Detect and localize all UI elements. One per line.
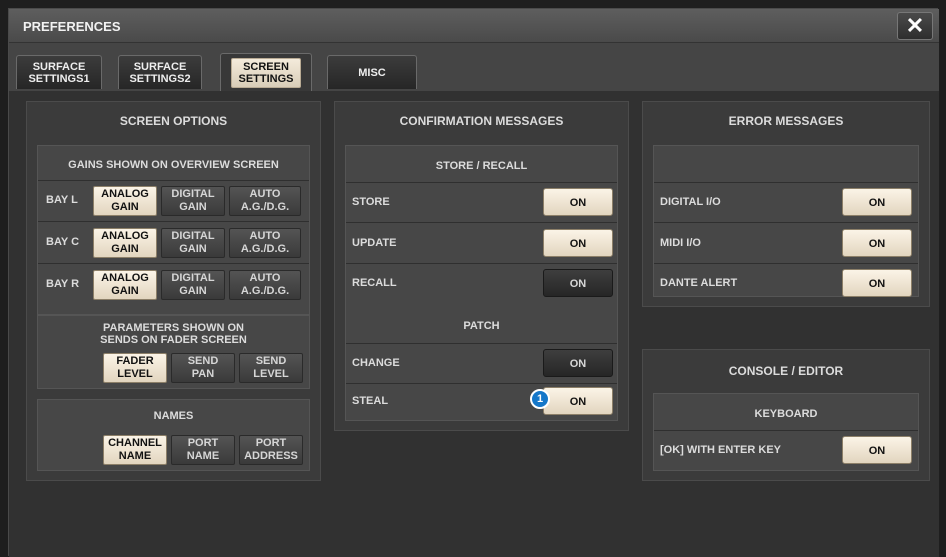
close-button[interactable]: ✕: [897, 12, 933, 40]
bay-r-label: BAY R: [46, 278, 80, 290]
ok-enter-key-on-button[interactable]: ON: [842, 436, 912, 464]
midi-io-on-button[interactable]: ON: [842, 229, 912, 257]
sends-title: PARAMETERS SHOWN ON SENDS ON FADER SCREE…: [100, 322, 247, 346]
recall-on-button[interactable]: ON: [543, 269, 613, 297]
bay-c-auto[interactable]: AUTO A.G./D.G.: [229, 228, 301, 258]
screen-options-title: SCREEN OPTIONS: [119, 114, 228, 128]
change-on-button[interactable]: ON: [543, 349, 613, 377]
bay-c-analog-gain[interactable]: ANALOG GAIN: [93, 228, 157, 258]
change-label: CHANGE: [352, 357, 400, 369]
midi-io-label: MIDI I/O: [660, 237, 701, 249]
bay-c-label: BAY C: [46, 236, 80, 248]
fader-level-option[interactable]: FADER LEVEL: [103, 353, 167, 383]
close-icon: ✕: [905, 13, 925, 38]
port-address-option[interactable]: PORT ADDRESS: [239, 435, 303, 465]
title-bar: PREFERENCES ✕: [9, 9, 939, 43]
keyboard-title: KEYBOARD: [754, 408, 818, 420]
screen-options-panel: SCREEN OPTIONS GAINS SHOWN ON OVERVIEW S…: [26, 101, 321, 481]
gain-row-bay-c: BAY C ANALOG GAIN DIGITAL GAIN AUTO A.G.…: [38, 224, 311, 262]
store-on-button[interactable]: ON: [543, 188, 613, 216]
bay-l-auto[interactable]: AUTO A.G./D.G.: [229, 186, 301, 216]
dante-alert-on-button[interactable]: ON: [842, 269, 912, 297]
callout-badge: 1: [530, 389, 550, 409]
gain-row-bay-r: BAY R ANALOG GAIN DIGITAL GAIN AUTO A.G.…: [38, 266, 311, 304]
tab-surface-settings1[interactable]: SURFACE SETTINGS1: [16, 55, 102, 89]
recall-label: RECALL: [352, 277, 397, 289]
store-recall-title: STORE / RECALL: [435, 160, 528, 172]
tab-misc[interactable]: MISC: [327, 55, 417, 89]
keyboard-group: KEYBOARD [OK] WITH ENTER KEY ON: [653, 393, 919, 471]
bay-r-auto[interactable]: AUTO A.G./D.G.: [229, 270, 301, 300]
midi-io-row: MIDI I/O ON: [654, 224, 920, 262]
sends-group: PARAMETERS SHOWN ON SENDS ON FADER SCREE…: [37, 315, 310, 389]
ok-enter-key-label: [OK] WITH ENTER KEY: [660, 444, 781, 456]
dante-alert-label: DANTE ALERT: [660, 277, 738, 289]
bay-r-analog-gain[interactable]: ANALOG GAIN: [93, 270, 157, 300]
change-row: CHANGE ON: [346, 344, 619, 382]
bay-l-digital-gain[interactable]: DIGITAL GAIN: [161, 186, 225, 216]
channel-name-option[interactable]: CHANNEL NAME: [103, 435, 167, 465]
tab-content: SCREEN OPTIONS GAINS SHOWN ON OVERVIEW S…: [9, 91, 939, 557]
store-recall-group: STORE / RECALL STORE ON UPDATE ON RECALL…: [345, 145, 618, 421]
error-messages-group: DIGITAL I/O ON MIDI I/O ON DANTE ALERT O…: [653, 145, 919, 297]
gains-group: GAINS SHOWN ON OVERVIEW SCREEN BAY L ANA…: [37, 145, 310, 315]
port-name-option[interactable]: PORT NAME: [171, 435, 235, 465]
tab-surface-settings2[interactable]: SURFACE SETTINGS2: [118, 55, 202, 89]
error-messages-panel: ERROR MESSAGES DIGITAL I/O ON MIDI I/O O…: [642, 101, 930, 307]
steal-label: STEAL: [352, 395, 389, 407]
send-pan-option[interactable]: SEND PAN: [171, 353, 235, 383]
preferences-window: PREFERENCES ✕ SURFACE SETTINGS1 SURFACE …: [8, 8, 939, 557]
send-level-option[interactable]: SEND LEVEL: [239, 353, 303, 383]
bay-l-label: BAY L: [46, 194, 78, 206]
store-row: STORE ON: [346, 183, 619, 221]
update-label: UPDATE: [352, 237, 397, 249]
console-editor-title: CONSOLE / EDITOR: [728, 364, 844, 378]
recall-row: RECALL ON: [346, 264, 619, 302]
error-messages-title: ERROR MESSAGES: [728, 114, 844, 128]
bay-r-digital-gain[interactable]: DIGITAL GAIN: [161, 270, 225, 300]
gains-title: GAINS SHOWN ON OVERVIEW SCREEN: [68, 159, 279, 171]
digital-io-row: DIGITAL I/O ON: [654, 183, 920, 221]
dante-alert-row: DANTE ALERT ON: [654, 264, 920, 302]
names-title: NAMES: [153, 410, 194, 422]
steal-row: STEAL ON 1: [346, 383, 619, 421]
confirmation-title: CONFIRMATION MESSAGES: [399, 114, 564, 128]
gain-row-bay-l: BAY L ANALOG GAIN DIGITAL GAIN AUTO A.G.…: [38, 182, 311, 220]
bay-l-analog-gain[interactable]: ANALOG GAIN: [93, 186, 157, 216]
patch-title: PATCH: [463, 320, 500, 332]
update-on-button[interactable]: ON: [543, 229, 613, 257]
digital-io-label: DIGITAL I/O: [660, 196, 721, 208]
console-editor-panel: CONSOLE / EDITOR KEYBOARD [OK] WITH ENTE…: [642, 349, 930, 481]
bay-c-digital-gain[interactable]: DIGITAL GAIN: [161, 228, 225, 258]
window-title: PREFERENCES: [23, 19, 121, 34]
store-label: STORE: [352, 196, 390, 208]
ok-enter-key-row: [OK] WITH ENTER KEY ON: [654, 431, 920, 469]
update-row: UPDATE ON: [346, 224, 619, 262]
digital-io-on-button[interactable]: ON: [842, 188, 912, 216]
steal-on-button[interactable]: ON: [543, 387, 613, 415]
tab-bar: SURFACE SETTINGS1 SURFACE SETTINGS2 SCRE…: [9, 43, 939, 91]
confirmation-messages-panel: CONFIRMATION MESSAGES STORE / RECALL STO…: [334, 101, 629, 431]
names-group: NAMES CHANNEL NAME PORT NAME PORT ADDRES…: [37, 399, 310, 471]
tab-screen-settings[interactable]: SCREEN SETTINGS: [220, 53, 312, 91]
